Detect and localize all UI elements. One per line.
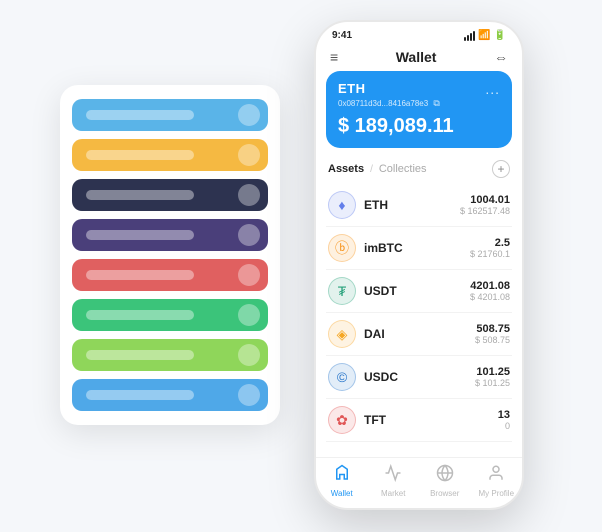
color-row (72, 379, 268, 411)
assets-header: Assets / Collecties + (316, 158, 522, 184)
asset-icon-usdc: © (328, 363, 356, 391)
tab-divider: / (370, 164, 373, 175)
asset-icon-usdt: ₮ (328, 277, 356, 305)
asset-amounts: 130 (498, 409, 510, 431)
bottom-nav: Wallet Market Browser My Profile (316, 457, 522, 508)
asset-amount-usd: 0 (498, 421, 510, 431)
color-row (72, 139, 268, 171)
phone-mockup: 9:41 📶 🔋 ≡ Wallet ⇔ ETH 0x08711d3d...841… (314, 20, 524, 510)
nav-icon-my-profile (487, 464, 505, 487)
top-nav: ≡ Wallet ⇔ (316, 45, 522, 71)
assets-tabs: Assets / Collecties (328, 163, 427, 175)
color-row (72, 179, 268, 211)
asset-item[interactable]: © USDC101.25$ 101.25 (326, 356, 512, 399)
asset-amounts: 1004.01$ 162517.48 (460, 194, 510, 216)
tab-collecties[interactable]: Collecties (379, 163, 427, 175)
asset-item[interactable]: ₮ USDT4201.08$ 4201.08 (326, 270, 512, 313)
nav-icon-wallet (333, 464, 351, 487)
nav-item-wallet[interactable]: Wallet (316, 464, 368, 498)
asset-name: USDC (364, 370, 475, 384)
asset-item[interactable]: ⓑ imBTC2.5$ 21760.1 (326, 227, 512, 270)
status-bar: 9:41 📶 🔋 (316, 22, 522, 45)
asset-icon-dai: ◈ (328, 320, 356, 348)
battery-icon: 🔋 (494, 30, 506, 41)
nav-label: Browser (430, 489, 459, 498)
asset-amount-usd: $ 508.75 (475, 335, 510, 345)
asset-amount-main: 101.25 (475, 366, 510, 378)
tab-assets[interactable]: Assets (328, 163, 364, 175)
asset-name: TFT (364, 413, 498, 427)
nav-item-my-profile[interactable]: My Profile (471, 464, 523, 498)
asset-amount-usd: $ 162517.48 (460, 206, 510, 216)
asset-item[interactable]: ◈ DAI508.75$ 508.75 (326, 313, 512, 356)
time: 9:41 (332, 30, 352, 41)
color-row (72, 99, 268, 131)
wifi-icon: 📶 (478, 30, 490, 41)
eth-card: ETH 0x08711d3d...8416a78e3 ⧉ $ 189,089.1… (326, 71, 512, 148)
eth-card-menu[interactable]: ... (485, 81, 500, 97)
copy-icon[interactable]: ⧉ (433, 98, 439, 108)
asset-name: DAI (364, 327, 475, 341)
color-row (72, 259, 268, 291)
expand-icon[interactable]: ⇔ (494, 49, 508, 65)
menu-icon[interactable]: ≡ (330, 49, 338, 65)
nav-label: My Profile (478, 489, 514, 498)
asset-amount-usd: $ 21760.1 (470, 249, 510, 259)
background-card (60, 85, 280, 425)
asset-icon-tft: ✿ (328, 406, 356, 434)
asset-amount-main: 508.75 (475, 323, 510, 335)
status-icons: 📶 🔋 (464, 30, 506, 41)
page-title: Wallet (396, 49, 437, 65)
asset-name: ETH (364, 198, 460, 212)
color-row (72, 339, 268, 371)
asset-amount-main: 1004.01 (460, 194, 510, 206)
add-asset-button[interactable]: + (492, 160, 510, 178)
asset-amount-usd: $ 101.25 (475, 378, 510, 388)
asset-name: USDT (364, 284, 470, 298)
nav-item-browser[interactable]: Browser (419, 464, 471, 498)
nav-icon-market (384, 464, 402, 487)
asset-amounts: 508.75$ 508.75 (475, 323, 510, 345)
color-row (72, 299, 268, 331)
asset-item[interactable]: ✿ TFT130 (326, 399, 512, 442)
asset-amount-main: 2.5 (470, 237, 510, 249)
asset-amount-main: 4201.08 (470, 280, 510, 292)
color-row (72, 219, 268, 251)
asset-icon-imbtc: ⓑ (328, 234, 356, 262)
asset-item[interactable]: ♦ ETH1004.01$ 162517.48 (326, 184, 512, 227)
eth-card-address: 0x08711d3d...8416a78e3 ⧉ (338, 98, 500, 109)
signal-icon (464, 31, 475, 41)
asset-amounts: 4201.08$ 4201.08 (470, 280, 510, 302)
nav-label: Wallet (331, 489, 353, 498)
nav-label: Market (381, 489, 405, 498)
nav-item-market[interactable]: Market (368, 464, 420, 498)
asset-list: ♦ ETH1004.01$ 162517.48 ⓑ imBTC2.5$ 21760.1… (316, 184, 522, 457)
asset-icon-eth: ♦ (328, 191, 356, 219)
eth-card-amount: $ 189,089.11 (338, 115, 500, 138)
asset-amounts: 101.25$ 101.25 (475, 366, 510, 388)
asset-amount-main: 13 (498, 409, 510, 421)
asset-amounts: 2.5$ 21760.1 (470, 237, 510, 259)
eth-card-currency: ETH (338, 81, 500, 96)
nav-icon-browser (436, 464, 454, 487)
asset-name: imBTC (364, 241, 470, 255)
asset-amount-usd: $ 4201.08 (470, 292, 510, 302)
